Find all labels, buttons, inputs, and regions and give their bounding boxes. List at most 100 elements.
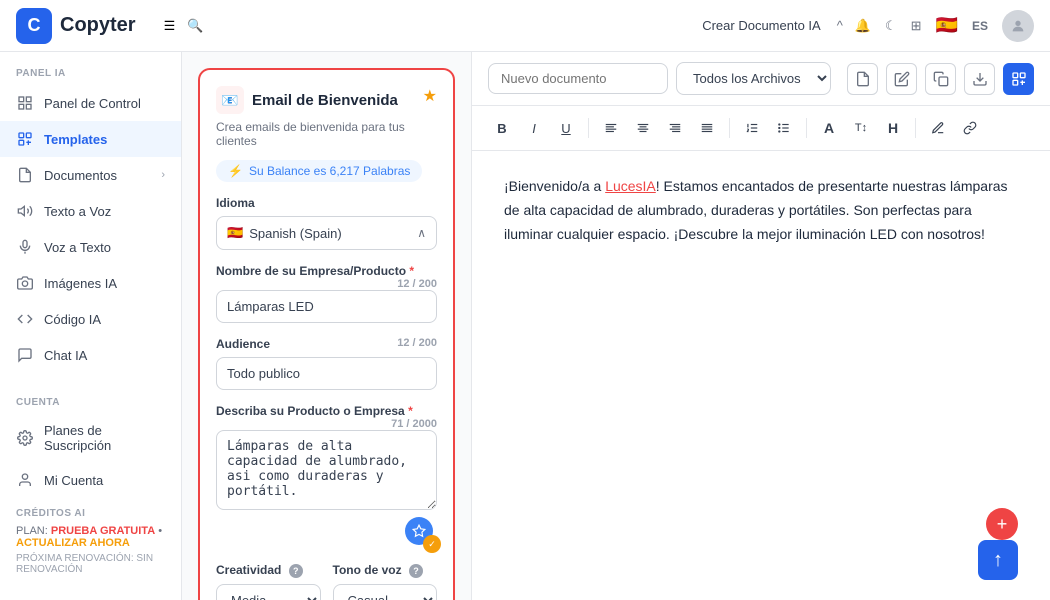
idioma-value: Spanish (Spain) [249,226,417,241]
doc-icon-btn-2[interactable] [886,63,917,95]
fab-red-button[interactable]: + [986,508,1018,540]
ordered-list-btn[interactable] [738,114,766,142]
archive-select[interactable]: Todos los Archivos [676,62,831,95]
plan-text: PLAN: PRUEBA GRATUITA • ACTUALIZAR AHORA [16,525,165,549]
plan-prueba-link[interactable]: PRUEBA GRATUITA [51,525,155,537]
crear-chevron-icon: ^ [837,18,843,33]
email-card-icon: 📧 [216,86,244,114]
sidebar-label-codigo-ia: Código IA [44,312,101,327]
editor-paragraph: ¡Bienvenido/a a LucesIA! Estamos encanta… [504,175,1018,246]
font-size-btn[interactable]: T↕ [847,114,875,142]
sidebar-item-texto-voz[interactable]: Texto a Voz [0,193,181,229]
chat-icon [16,346,34,364]
balance-badge: ⚡ Su Balance es 6,217 Palabras [216,160,422,182]
ai-sub-badge: ✓ [423,535,441,553]
ai-generate-btn[interactable] [1003,63,1034,95]
editor-toolbar-top: Todos los Archivos [472,52,1050,106]
card-header: 📧 Email de Bienvenida ★ [216,86,437,114]
sidebar-section-panel-ia: PANEL IA [0,52,181,85]
sidebar-label-templates: Templates [44,132,107,147]
balance-text: Su Balance es 6,217 Palabras [249,164,410,178]
ai-badge-container[interactable]: ✓ [405,517,437,549]
creatividad-tono-row: Creatividad ? Media Tono de voz ? Casual [216,563,437,600]
creatividad-group: Creatividad ? Media [216,563,321,600]
idioma-label: Idioma [216,196,437,210]
audio-icon [16,202,34,220]
nombre-chars: 12 / 200 [397,278,437,290]
describe-label: Describa su Producto o Empresa * 71 / 20… [216,404,437,418]
sidebar-item-documentos[interactable]: Documentos › [0,157,181,193]
nombre-input[interactable] [216,290,437,323]
sidebar-item-panel-control[interactable]: Panel de Control [0,85,181,121]
topnav: C Copyter ☰ 🔍 Crear Documento IA ^ 🔔 ☾ ⊞… [0,0,1050,52]
new-doc-input[interactable] [488,63,668,94]
align-center-btn[interactable] [629,114,657,142]
sidebar-item-codigo-ia[interactable]: Código IA [0,301,181,337]
expand-icon[interactable]: ⊞ [911,18,922,34]
sidebar-item-voz-texto[interactable]: Voz a Texto [0,229,181,265]
doc-icon-btn-3[interactable] [925,63,956,95]
sidebar-item-chat-ia[interactable]: Chat IA [0,337,181,373]
audience-chars: 12 / 200 [397,337,437,349]
describe-group: Describa su Producto o Empresa * 71 / 20… [216,404,437,549]
audience-input[interactable] [216,357,437,390]
sidebar-label-texto-voz: Texto a Voz [44,204,111,219]
topnav-actions: ☰ 🔍 [164,18,204,34]
sidebar-item-mi-cuenta[interactable]: Mi Cuenta [0,462,181,498]
avatar[interactable] [1002,10,1034,42]
sidebar-item-templates[interactable]: Templates [0,121,181,157]
sidebar-section-cuenta: CUENTA [0,381,181,414]
tono-info-icon[interactable]: ? [409,564,423,578]
credits-title: CRÉDITOS AI [16,508,165,519]
plan-actualizar-link[interactable]: ACTUALIZAR AHORA [16,537,130,549]
creatividad-label: Creatividad ? [216,563,321,578]
logo-section: C Copyter [16,8,136,44]
link-btn[interactable] [956,114,984,142]
justify-btn[interactable] [693,114,721,142]
search-icon[interactable]: 🔍 [187,18,203,34]
sidebar-item-imagenes-ia[interactable]: Imágenes IA [0,265,181,301]
moon-icon[interactable]: ☾ [885,18,897,34]
editor-content[interactable]: ¡Bienvenido/a a LucesIA! Estamos encanta… [472,151,1050,600]
pen-btn[interactable] [924,114,952,142]
menu-icon[interactable]: ☰ [164,18,176,34]
unordered-list-btn[interactable] [770,114,798,142]
tono-label: Tono de voz ? [333,563,438,578]
card-title-row: 📧 Email de Bienvenida [216,86,398,114]
center-panel: 📧 Email de Bienvenida ★ Crea emails de b… [182,52,472,600]
lucesia-link[interactable]: LucesIA [605,178,656,194]
tono-select[interactable]: Casual [333,584,438,600]
bolt-icon: ⚡ [228,164,243,178]
sidebar-item-planes[interactable]: Planes de Suscripción [0,414,181,462]
bold-btn[interactable]: B [488,114,516,142]
crear-documento-btn[interactable]: Crear Documento IA [702,18,821,33]
settings-icon [16,429,34,447]
idioma-select[interactable]: 🇪🇸 Spanish (Spain) ∧ [216,216,437,250]
grid-icon [16,94,34,112]
heading-btn[interactable]: H [879,114,907,142]
fab-blue-button[interactable]: ↑ [978,540,1018,580]
code-icon [16,310,34,328]
align-right-btn[interactable] [661,114,689,142]
font-color-btn[interactable]: A [815,114,843,142]
main-layout: PANEL IA Panel de Control Templates Docu… [0,52,1050,600]
renov-text: PRÓXIMA RENOVACIÓN: SIN RENOVACIÓN [16,553,165,575]
email-bienvenida-card: 📧 Email de Bienvenida ★ Crea emails de b… [198,68,455,600]
underline-btn[interactable]: U [552,114,580,142]
doc-icon-btn-1[interactable] [847,63,878,95]
sidebar-label-imagenes-ia: Imágenes IA [44,276,117,291]
sidebar-label-mi-cuenta: Mi Cuenta [44,473,103,488]
star-icon[interactable]: ★ [423,86,437,106]
doc-icon-btn-4[interactable] [964,63,995,95]
topnav-icons: 🔔 ☾ ⊞ 🇪🇸 ES [855,10,1034,42]
sidebar-label-documentos: Documentos [44,168,117,183]
creatividad-select[interactable]: Media [216,584,321,600]
sidebar: PANEL IA Panel de Control Templates Docu… [0,52,182,600]
bell-icon[interactable]: 🔔 [855,18,871,34]
describe-textarea[interactable]: Lámparas de alta capacidad de alumbrado,… [216,430,437,510]
align-left-btn[interactable] [597,114,625,142]
card-title: Email de Bienvenida [252,92,398,109]
credits-section: CRÉDITOS AI PLAN: PRUEBA GRATUITA • ACTU… [0,498,181,585]
italic-btn[interactable]: I [520,114,548,142]
creatividad-info-icon[interactable]: ? [289,564,303,578]
